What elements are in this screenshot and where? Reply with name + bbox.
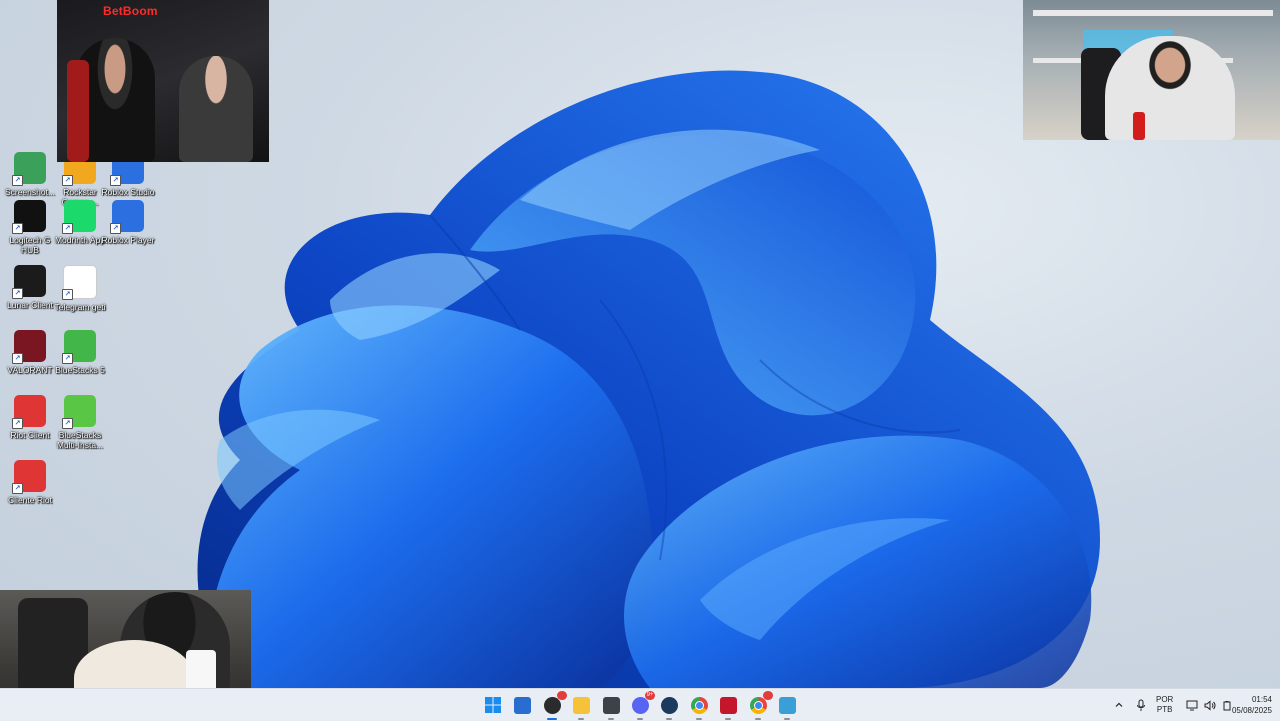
- desktop-shortcut[interactable]: ↗ VALORANT: [2, 330, 58, 375]
- shortcut-arrow-icon: ↗: [62, 223, 73, 234]
- cliente-riot-icon: ↗: [12, 460, 46, 494]
- taskbar-app-chrome-2[interactable]: [747, 691, 773, 720]
- desktop-shortcut-label: VALORANT: [7, 365, 53, 375]
- windows-start-icon: [485, 697, 502, 714]
- webcam-person-2: [179, 56, 253, 162]
- taskbar-app-obs[interactable]: [541, 691, 567, 720]
- shortcut-arrow-icon: ↗: [62, 289, 73, 300]
- desktop-shortcut-label: Cliente Riot: [8, 495, 52, 505]
- among-us-icon: [719, 696, 737, 714]
- clock-time: 01:54: [1251, 695, 1272, 704]
- desktop-shortcut-label: BlueStacks Multi-Insta...: [56, 430, 104, 450]
- shortcut-arrow-icon: ↗: [12, 288, 23, 299]
- taskbar-app-notepad[interactable]: [776, 694, 798, 720]
- notification-badge: 9+: [645, 691, 655, 700]
- gaming-chair: [67, 60, 89, 162]
- taskbar-app-steam[interactable]: [658, 694, 680, 720]
- shortcut-arrow-icon: ↗: [12, 483, 23, 494]
- screenshot-folder-icon: ↗: [12, 152, 46, 186]
- desktop-shortcut-label: Telegram geti: [54, 302, 106, 312]
- desktop-shortcut[interactable]: ↗ Cliente Riot: [2, 460, 58, 505]
- shortcut-arrow-icon: ↗: [12, 418, 23, 429]
- shortcut-arrow-icon: ↗: [62, 175, 73, 186]
- chrome-icon: [690, 696, 708, 714]
- notepad-icon: [778, 696, 796, 714]
- keyboard-layout: PTB: [1156, 705, 1173, 714]
- desktop-shortcut[interactable]: ↗ Lunar Client: [2, 265, 58, 310]
- microphone: [1133, 112, 1145, 140]
- desktop-shortcut-label: BlueStacks 5: [55, 365, 105, 375]
- clock-date: 05/08/2025: [1231, 706, 1272, 715]
- taskbar-app-among-us[interactable]: [717, 694, 739, 720]
- webcam-person-3: [1105, 36, 1235, 140]
- terminal-icon: [602, 696, 620, 714]
- microphone-tray-button[interactable]: [1136, 689, 1150, 721]
- lunar-client-icon: ↗: [12, 265, 46, 299]
- riot-client-icon: ↗: [12, 395, 46, 429]
- folder-icon: [572, 696, 590, 714]
- bluestacks-5-icon: ↗: [62, 330, 96, 364]
- desktop-shortcut[interactable]: ↗ Logitech G HUB: [2, 200, 58, 255]
- shortcut-arrow-icon: ↗: [62, 353, 73, 364]
- desktop-shortcut-label: Roblox Studio: [101, 187, 155, 197]
- shortcut-arrow-icon: ↗: [110, 223, 121, 234]
- desktop-shortcut[interactable]: ↗ Riot Client: [2, 395, 58, 440]
- microphone-icon: [1137, 699, 1145, 711]
- desktop-shortcut[interactable]: ↗ BlueStacks Multi-Insta...: [52, 395, 108, 450]
- logitech-g-hub-icon: ↗: [12, 200, 46, 234]
- bluestacks-multi-instance-icon: ↗: [62, 395, 96, 429]
- notification-badge: [763, 691, 773, 700]
- desktop-shortcut[interactable]: ↗ Roblox Player: [100, 200, 156, 245]
- speaker-icon: [1204, 699, 1216, 711]
- desktop-shortcut-label: Lunar Client: [7, 300, 53, 310]
- microsoft-store-icon: [513, 696, 531, 714]
- taskbar-app-terminal[interactable]: [600, 694, 622, 720]
- desktop-shortcut-label: Screenshot...: [4, 187, 56, 197]
- language-indicator[interactable]: POR PTB: [1156, 689, 1180, 721]
- desktop-shortcut[interactable]: ↗ BlueStacks 5: [52, 330, 108, 375]
- steam-icon: [660, 696, 678, 714]
- telegram-video-icon: ↗: [62, 265, 97, 300]
- clock-button[interactable]: 01:54 05/08/2025: [1222, 689, 1272, 721]
- desktop-shortcut[interactable]: ↗ Telegram geti: [52, 265, 108, 312]
- shortcut-arrow-icon: ↗: [12, 223, 23, 234]
- monitor-icon: [1186, 700, 1198, 710]
- webcam-overlay-top-left: BetBoom: [57, 0, 269, 162]
- taskbar-app-microsoft-store[interactable]: [511, 694, 533, 716]
- taskbar-app-discord[interactable]: 9+: [629, 691, 655, 720]
- desktop-shortcut-label: Riot Client: [10, 430, 50, 440]
- modrinth-app-icon: ↗: [62, 200, 96, 234]
- show-hidden-icons-button[interactable]: [1114, 689, 1126, 721]
- desktop-shortcut-label: Logitech G HUB: [9, 235, 51, 255]
- valorant-icon: ↗: [12, 330, 46, 364]
- shortcut-arrow-icon: ↗: [12, 353, 23, 364]
- taskbar-app-chrome[interactable]: [688, 694, 710, 720]
- taskbar-app-start[interactable]: [482, 694, 504, 716]
- webcam-brand-logo: BetBoom: [103, 4, 158, 18]
- roblox-player-icon: ↗: [110, 200, 144, 234]
- shortcut-arrow-icon: ↗: [12, 175, 23, 186]
- desktop-shortcut[interactable]: ↗ Screenshot...: [2, 152, 58, 197]
- desktop-shortcut-label: Roblox Player: [101, 235, 155, 245]
- shortcut-arrow-icon: ↗: [62, 418, 73, 429]
- language-code: POR: [1156, 695, 1174, 704]
- webcam-overlay-top-right: [1023, 0, 1280, 140]
- notification-badge: [557, 691, 567, 700]
- taskbar: 9+ POR PTB 01:54 05/08/2025: [0, 688, 1280, 721]
- chevron-up-icon: [1115, 702, 1123, 707]
- taskbar-app-file-explorer[interactable]: [570, 694, 592, 720]
- shortcut-arrow-icon: ↗: [110, 175, 121, 186]
- shelf: [1033, 10, 1273, 16]
